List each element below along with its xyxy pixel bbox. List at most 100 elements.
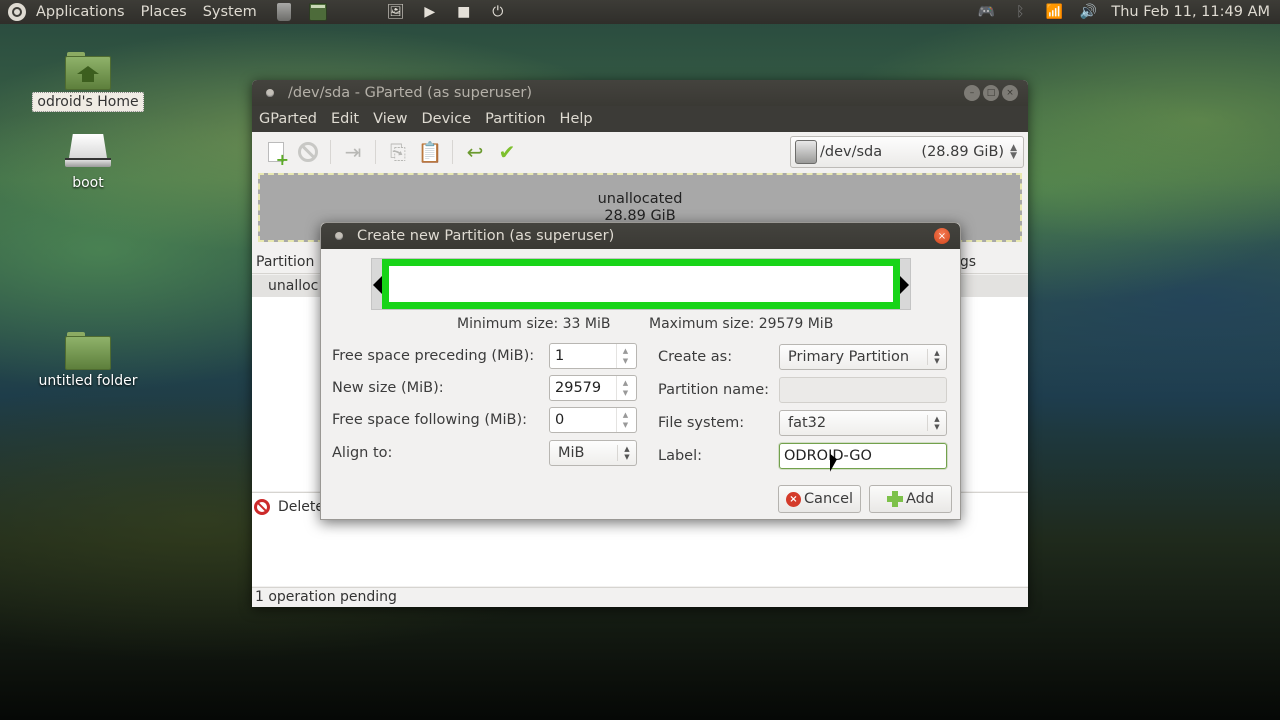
label-input[interactable]	[779, 443, 947, 469]
device-selector[interactable]: /dev/sda (28.89 GiB) ▲ ▼	[790, 136, 1024, 168]
cancel-button[interactable]: × Cancel	[778, 485, 861, 513]
spin-down-icon[interactable]: ▼	[623, 420, 628, 430]
menu-partition[interactable]: Partition	[478, 111, 552, 127]
free-following-spinner[interactable]: ▲▼	[549, 407, 637, 433]
toolbar-separator	[330, 140, 331, 164]
window-menu-icon[interactable]	[266, 89, 274, 97]
wifi-icon[interactable]: 📶	[1043, 1, 1065, 23]
create-as-value: Primary Partition	[788, 349, 910, 365]
spin-up-icon[interactable]: ▲	[623, 410, 628, 420]
minimum-size: Minimum size: 33 MiB	[457, 316, 611, 332]
play-icon[interactable]: ▶	[419, 1, 441, 23]
free-following-input[interactable]	[550, 412, 616, 428]
align-to-combo[interactable]: MiB ▲ ▼	[549, 440, 637, 466]
new-size-spinner[interactable]: ▲▼	[549, 375, 637, 401]
file-system-label: File system:	[658, 415, 745, 431]
system-menu[interactable]: System	[195, 4, 265, 20]
top-panel: Applications Places System 🖼 ▶ ■ ⏻ 🎮 ᛒ 📶…	[0, 0, 1280, 24]
file-system-combo[interactable]: fat32 ▲ ▼	[779, 410, 947, 436]
combo-arrows-icon: ▲ ▼	[934, 415, 940, 431]
applications-menu[interactable]: Applications	[28, 4, 133, 20]
drive-icon	[65, 134, 111, 168]
gparted-titlebar[interactable]: /dev/sda - GParted (as superuser) – □ ×	[252, 80, 1028, 106]
desktop-icon-home[interactable]: odroid's Home	[28, 52, 148, 112]
spin-down-icon[interactable]: ▼	[623, 356, 628, 366]
new-partition-block[interactable]	[382, 259, 900, 309]
menu-device[interactable]: Device	[415, 111, 479, 127]
resize-right-handle[interactable]	[900, 276, 909, 294]
dialog-title: Create new Partition (as superuser)	[357, 228, 615, 244]
spin-buttons[interactable]: ▲ ▼	[616, 408, 634, 432]
window-menu-icon[interactable]	[335, 232, 343, 240]
toolbar: ⇥ ⎘ 📋 ↩ ✔ /dev/sda (28.89 GiB) ▲▼	[252, 132, 1028, 172]
terminal-icon[interactable]	[307, 1, 329, 23]
partition-name-input	[779, 377, 947, 403]
menu-gparted[interactable]: GParted	[252, 111, 324, 127]
spin-down-icon[interactable]: ▼	[623, 388, 628, 398]
combo-arrows-icon: ▲ ▼	[624, 445, 630, 461]
paste-button[interactable]: 📋	[417, 139, 443, 165]
trash-icon[interactable]	[273, 1, 295, 23]
menu-help[interactable]: Help	[553, 111, 600, 127]
create-as-label: Create as:	[658, 349, 733, 365]
minimize-button[interactable]: –	[964, 85, 980, 101]
volume-icon[interactable]: 🔊	[1077, 1, 1099, 23]
delete-partition-button[interactable]	[295, 139, 321, 165]
spin-buttons[interactable]: ▲ ▼	[616, 376, 634, 400]
align-to-value: MiB	[558, 445, 585, 461]
column-flags[interactable]: gs	[960, 254, 976, 270]
desktop-icon-untitled-folder[interactable]: untitled folder	[28, 332, 148, 390]
toolbar-separator	[452, 140, 453, 164]
unallocated-label: unallocated	[597, 191, 683, 207]
menu-edit[interactable]: Edit	[324, 111, 366, 127]
checkmark-icon: ✔	[498, 140, 516, 164]
places-menu[interactable]: Places	[133, 4, 195, 20]
desktop-icon-label: boot	[72, 175, 104, 191]
resize-move-button[interactable]: ⇥	[340, 139, 366, 165]
new-partition-button[interactable]	[263, 139, 289, 169]
stop-icon[interactable]: ■	[453, 1, 475, 23]
gamepad-icon[interactable]: 🎮	[975, 1, 997, 23]
delete-operation-icon	[254, 499, 270, 515]
add-button[interactable]: Add	[869, 485, 952, 513]
cancel-label: Cancel	[803, 491, 854, 507]
power-icon[interactable]: ⏻	[487, 1, 509, 23]
paste-icon: 📋	[417, 140, 443, 164]
maximize-button[interactable]: □	[983, 85, 999, 101]
column-partition[interactable]: Partition	[256, 254, 314, 270]
label-field-label: Label:	[658, 448, 703, 464]
free-preceding-spinner[interactable]: ▲▼	[549, 343, 637, 369]
ubuntu-logo-icon[interactable]	[8, 3, 26, 21]
resize-left-handle[interactable]	[373, 276, 382, 294]
maximum-size: Maximum size: 29579 MiB	[649, 316, 834, 332]
new-partition-icon	[268, 142, 289, 169]
bluetooth-icon[interactable]: ᛒ	[1009, 1, 1031, 23]
undo-icon: ↩	[466, 140, 484, 164]
spin-up-icon[interactable]: ▲	[623, 378, 628, 388]
menubar: GParted Edit View Device Partition Help	[252, 106, 1028, 132]
new-size-label: New size (MiB):	[332, 380, 444, 396]
copy-button[interactable]: ⎘	[385, 139, 411, 165]
new-size-input[interactable]	[550, 380, 616, 396]
window-title: /dev/sda - GParted (as superuser)	[288, 85, 532, 101]
screenshot-icon[interactable]: 🖼	[385, 1, 407, 23]
partition-resizer[interactable]	[371, 258, 911, 310]
spin-up-icon[interactable]: ▲	[623, 346, 628, 356]
spin-arrows-icon: ▲ ▼	[1010, 143, 1017, 161]
apply-button[interactable]: ✔	[494, 139, 520, 165]
desktop-icon-boot[interactable]: boot	[28, 134, 148, 192]
status-bar: 1 operation pending	[252, 587, 1028, 607]
file-system-value: fat32	[788, 415, 827, 431]
spin-buttons[interactable]: ▲ ▼	[616, 344, 634, 368]
dialog-close-button[interactable]: ×	[934, 228, 950, 244]
create-as-combo[interactable]: Primary Partition ▲ ▼	[779, 344, 947, 370]
clock[interactable]: Thu Feb 11, 11:49 AM	[1105, 4, 1280, 20]
undo-button[interactable]: ↩	[462, 139, 488, 165]
free-preceding-input[interactable]	[550, 348, 616, 364]
free-following-label: Free space following (MiB):	[332, 412, 528, 428]
folder-icon	[65, 332, 111, 370]
menu-view[interactable]: View	[366, 111, 414, 127]
dialog-titlebar[interactable]: Create new Partition (as superuser)	[321, 223, 960, 249]
device-name: /dev/sda	[820, 144, 883, 160]
close-button[interactable]: ×	[1002, 85, 1018, 101]
